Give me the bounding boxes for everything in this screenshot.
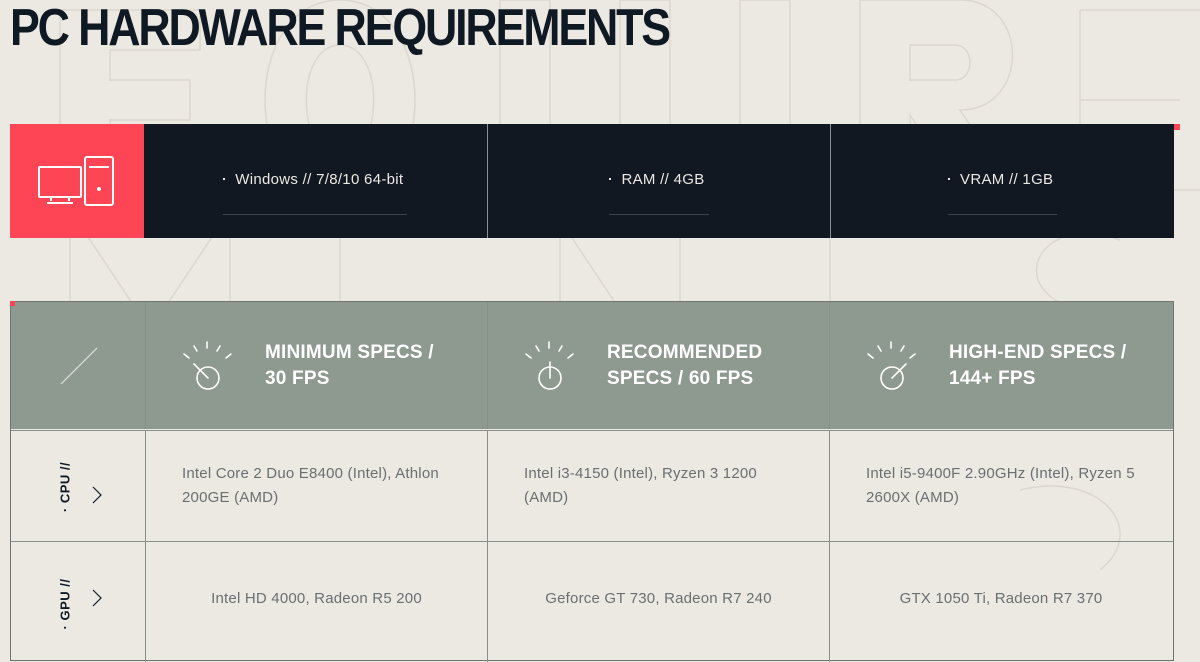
spec-value: Intel i3-4150 (Intel), Ryzen 3 1200 (AMD… [524,465,757,506]
page-title: PC HARDWARE REQUIREMENTS [10,0,671,57]
gpu-minimum-cell: Intel HD 4000, Radeon R5 200 [146,542,488,662]
os-version-label: Windows // 7/8/10 64-bit [223,171,408,215]
spec-value: Intel i5-9400F 2.90GHz (Intel), Ryzen 5 … [866,465,1135,506]
chevron-icon [92,486,102,503]
tier-recommended-header: RECOMMENDED SPECS / 60 FPS [488,302,830,429]
corner-accent [1174,124,1181,130]
os-icon-cell [10,124,144,238]
gauge-high-icon [867,341,916,390]
tier-high-end-header: HIGH-END SPECS / 144+ FPS [830,302,1172,429]
tier-title: HIGH-END SPECS / 144+ FPS [949,342,1127,389]
gpu-row-label: · GPU // [57,578,73,630]
slash-icon [60,347,98,385]
spec-value: Intel Core 2 Duo E8400 (Intel), Athlon 2… [182,465,439,506]
desktop-computer-icon [38,156,114,206]
system-requirements-bar: Windows // 7/8/10 64-bit RAM // 4GB VRAM… [10,124,1181,238]
ram-label: RAM // 4GB [609,171,709,215]
corner-accent [10,301,15,306]
gpu-recommended-cell: Geforce GT 730, Radeon R7 240 [488,542,830,662]
cpu-row-label: · CPU // [57,461,73,512]
vram-label: VRAM // 1GB [948,171,1058,215]
vram-cell: VRAM // 1GB [830,124,1181,238]
gpu-row: · GPU // Intel HD 4000, Radeon R5 200 Ge… [11,541,1173,662]
spec-value: GTX 1050 Ti, Radeon R7 370 [899,590,1103,607]
cpu-minimum-cell: Intel Core 2 Duo E8400 (Intel), Athlon 2… [146,431,488,542]
tier-title: RECOMMENDED SPECS / 60 FPS [607,342,763,389]
spec-value: Geforce GT 730, Radeon R7 240 [545,590,772,607]
chevron-icon [92,589,102,607]
cpu-high-end-cell: Intel i5-9400F 2.90GHz (Intel), Ryzen 5 … [830,431,1172,542]
gauge-mid-icon [525,341,574,390]
ram-cell: RAM // 4GB [486,124,831,238]
gpu-row-label-cell: · GPU // [11,542,146,662]
gpu-high-end-cell: GTX 1050 Ti, Radeon R7 370 [830,542,1172,662]
spec-table-header: MINIMUM SPECS / 30 FPS RECOMMENDED SPECS… [11,302,1173,429]
header-corner-cell [11,302,146,429]
spec-value: Intel HD 4000, Radeon R5 200 [211,590,422,607]
tier-title: MINIMUM SPECS / 30 FPS [265,342,434,389]
gauge-low-icon [183,341,232,390]
cpu-row: · CPU // Intel Core 2 Duo E8400 (Intel),… [11,430,1173,542]
cpu-row-label-cell: · CPU // [11,431,146,542]
cpu-recommended-cell: Intel i3-4150 (Intel), Ryzen 3 1200 (AMD… [488,431,830,542]
os-version-cell: Windows // 7/8/10 64-bit [144,124,487,238]
tier-minimum-header: MINIMUM SPECS / 30 FPS [146,302,488,429]
spec-table: MINIMUM SPECS / 30 FPS RECOMMENDED SPECS… [10,301,1174,662]
